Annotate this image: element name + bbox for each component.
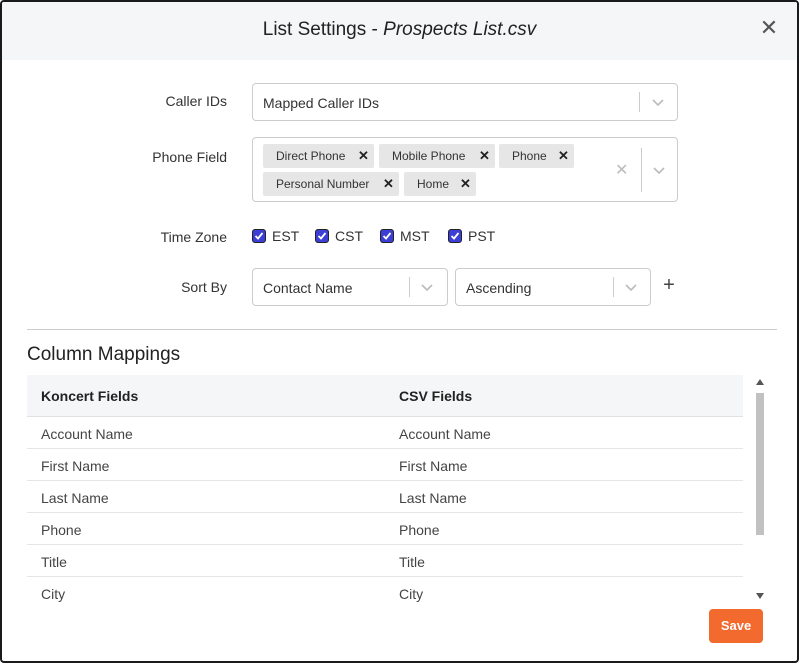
checkbox-checked-icon[interactable]	[448, 229, 462, 243]
csv-field-cell[interactable]: City	[399, 586, 423, 602]
checkbox-checked-icon[interactable]	[315, 229, 329, 243]
checkbox-label: EST	[272, 228, 300, 244]
sort-order-value: Ascending	[466, 280, 532, 296]
chevron-down-icon[interactable]	[651, 98, 665, 108]
tag-phone: Phone ✕	[499, 144, 574, 168]
csv-field-cell[interactable]: First Name	[399, 458, 467, 474]
csv-field-cell[interactable]: Phone	[399, 522, 439, 538]
chevron-down-icon[interactable]	[652, 166, 666, 176]
column-mappings-title: Column Mappings	[27, 344, 181, 365]
csv-field-cell[interactable]: Title	[399, 554, 425, 570]
scroll-up-arrow-icon[interactable]	[756, 379, 764, 385]
dialog-title-filename: Prospects List.csv	[383, 19, 537, 40]
sort-by-label: Sort By	[181, 279, 227, 295]
header-koncert-fields: Koncert Fields	[41, 388, 139, 404]
select-separator	[641, 148, 642, 192]
table-scrollbar[interactable]	[754, 375, 766, 605]
remove-tag-icon[interactable]: ✕	[558, 144, 569, 168]
tag-direct-phone: Direct Phone ✕	[263, 144, 374, 168]
sort-field-select[interactable]: Contact Name	[252, 268, 448, 306]
scroll-down-arrow-icon[interactable]	[756, 593, 764, 599]
dialog-title-prefix: List Settings -	[262, 19, 384, 40]
csv-field-cell[interactable]: Last Name	[399, 490, 467, 506]
table-row: Title Title	[27, 545, 743, 577]
tag-label: Direct Phone	[276, 149, 346, 163]
table-row: Last Name Last Name	[27, 481, 743, 513]
table-row: First Name First Name	[27, 449, 743, 481]
caller-ids-label: Caller IDs	[165, 93, 227, 109]
caller-ids-value: Mapped Caller IDs	[263, 95, 379, 111]
checkbox-label: PST	[468, 228, 496, 244]
tag-label: Mobile Phone	[392, 149, 466, 163]
add-sort-button[interactable]: +	[657, 272, 681, 298]
save-button[interactable]: Save	[709, 609, 763, 643]
koncert-field-cell: City	[41, 586, 66, 602]
select-separator	[613, 277, 614, 297]
tag-label: Home	[417, 177, 450, 191]
section-divider	[27, 329, 777, 330]
tag-mobile-phone: Mobile Phone ✕	[379, 144, 495, 168]
tag-label: Personal Number	[276, 177, 370, 191]
checkbox-checked-icon[interactable]	[380, 229, 394, 243]
caller-ids-select[interactable]: Mapped Caller IDs	[252, 83, 678, 121]
dialog-title: List Settings - Prospects List.csv	[2, 19, 797, 41]
table-header: Koncert Fields CSV Fields	[27, 375, 743, 417]
clear-all-icon[interactable]: ✕	[615, 160, 628, 180]
sort-order-select[interactable]: Ascending	[455, 268, 651, 306]
koncert-field-cell: First Name	[41, 458, 110, 474]
mappings-table: Koncert Fields CSV Fields Account Name A…	[27, 375, 743, 605]
koncert-field-cell: Title	[41, 554, 67, 570]
remove-tag-icon[interactable]: ✕	[460, 172, 471, 196]
csv-field-cell[interactable]: Account Name	[399, 426, 491, 442]
dialog-header: List Settings - Prospects List.csv ✕	[2, 2, 797, 60]
sort-field-value: Contact Name	[263, 280, 353, 296]
remove-tag-icon[interactable]: ✕	[358, 144, 369, 168]
phone-field-multiselect[interactable]: Direct Phone ✕ Mobile Phone ✕ Phone ✕ Perso…	[252, 137, 678, 202]
scroll-thumb[interactable]	[756, 393, 764, 535]
table-row: Phone Phone	[27, 513, 743, 545]
time-zone-label: Time Zone	[160, 229, 227, 245]
header-csv-fields: CSV Fields	[399, 388, 473, 404]
checkbox-label: CST	[335, 228, 363, 244]
koncert-field-cell: Phone	[41, 522, 82, 538]
chevron-down-icon[interactable]	[420, 283, 434, 293]
koncert-field-cell: Last Name	[41, 490, 109, 506]
koncert-field-cell: Account Name	[41, 426, 133, 442]
close-icon[interactable]: ✕	[759, 17, 779, 39]
remove-tag-icon[interactable]: ✕	[479, 144, 490, 168]
checkbox-checked-icon[interactable]	[252, 229, 266, 243]
remove-tag-icon[interactable]: ✕	[383, 172, 394, 196]
phone-field-label: Phone Field	[152, 149, 227, 165]
tag-personal-number: Personal Number ✕	[263, 172, 399, 196]
chevron-down-icon[interactable]	[624, 283, 638, 293]
tag-label: Phone	[512, 149, 547, 163]
select-separator	[639, 92, 640, 112]
table-row: Account Name Account Name	[27, 417, 743, 449]
tag-home: Home ✕	[404, 172, 476, 196]
table-row: City City	[27, 577, 743, 605]
list-settings-dialog: List Settings - Prospects List.csv ✕ Cal…	[0, 0, 799, 663]
checkbox-label: MST	[400, 228, 430, 244]
select-separator	[409, 277, 410, 297]
